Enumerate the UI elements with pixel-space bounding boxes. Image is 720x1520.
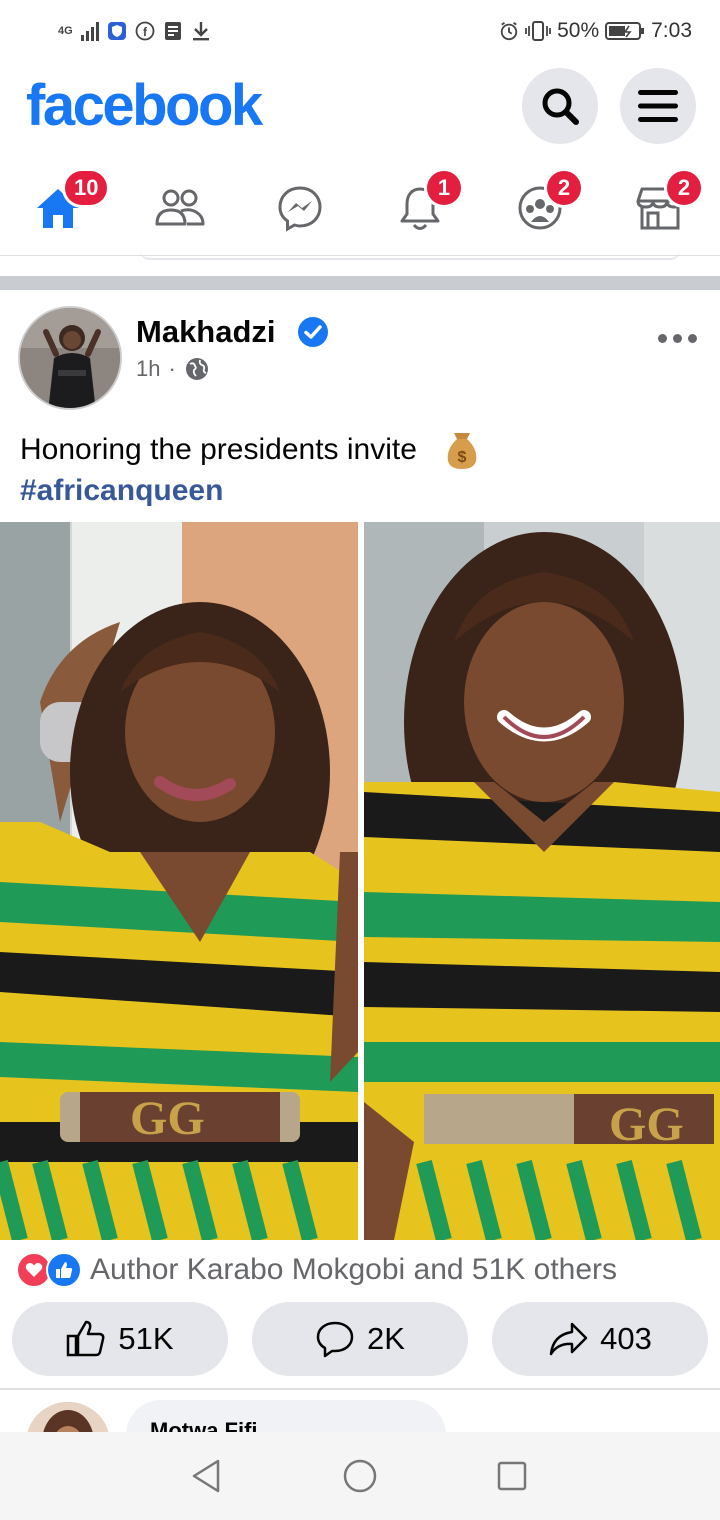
notifications-badge: 1 — [424, 168, 464, 208]
facebook-notif-icon: f — [135, 21, 155, 41]
vpn-shield-icon — [107, 21, 127, 41]
next-comment-preview: Motwa Fifi — [0, 1392, 720, 1436]
like-button[interactable]: 51K — [12, 1302, 228, 1376]
system-navigation-bar — [0, 1432, 720, 1520]
reactions-row[interactable]: Author Karabo Mokgobi and 51K others — [16, 1250, 617, 1290]
svg-text:GG: GG — [130, 1092, 205, 1145]
post-meta: 1h · — [136, 356, 210, 382]
alarm-icon — [499, 21, 519, 41]
back-button[interactable] — [186, 1456, 226, 1496]
reactions-summary[interactable]: Author Karabo Mokgobi and 51K others — [90, 1253, 617, 1287]
menu-button[interactable] — [620, 68, 696, 144]
app-header: facebook — [0, 62, 720, 152]
svg-text:f: f — [143, 25, 148, 39]
globe-icon — [185, 358, 208, 380]
facebook-logo[interactable]: facebook — [26, 72, 263, 139]
marketplace-badge: 2 — [664, 168, 704, 208]
signal-icon — [80, 21, 99, 41]
battery-icon — [605, 20, 645, 42]
network-type: 4G — [58, 25, 73, 37]
friends-icon — [155, 189, 205, 226]
tab-messenger[interactable] — [264, 172, 336, 244]
search-icon — [542, 88, 579, 125]
post-text: Honoring the presidents invite — [20, 433, 417, 466]
vibrate-icon — [525, 21, 551, 41]
status-bar: 4G f 50% 7:03 — [0, 0, 720, 62]
main-nav: 10 1 2 2 — [0, 160, 720, 256]
post-header: Makhadzi 1h · — [0, 290, 720, 420]
recents-button[interactable] — [492, 1456, 532, 1496]
recents-square-icon — [497, 1461, 527, 1491]
menu-icon — [638, 90, 678, 122]
status-right: 50% 7:03 — [499, 18, 692, 44]
home-system-button[interactable] — [340, 1456, 380, 1496]
comment-icon — [316, 1321, 354, 1358]
home-badge: 10 — [62, 168, 111, 208]
svg-text:$: $ — [458, 449, 467, 466]
post-divider — [0, 1388, 720, 1390]
download-icon — [191, 21, 211, 41]
meta-separator: · — [168, 356, 176, 381]
messenger-icon — [278, 186, 322, 232]
post-options-button[interactable] — [658, 334, 697, 343]
home-circle-icon — [343, 1459, 377, 1493]
post-hashtag[interactable]: #africanqueen — [20, 471, 479, 511]
status-left: 4G f — [58, 18, 211, 44]
more-dot-icon — [658, 334, 667, 343]
share-icon — [549, 1322, 588, 1356]
like-reaction-icon — [46, 1252, 82, 1288]
post-photo-1[interactable]: GG — [0, 522, 358, 1240]
thumbs-up-icon — [67, 1320, 105, 1357]
post-photo-2[interactable]: GG — [364, 522, 720, 1240]
clock: 7:03 — [651, 19, 692, 42]
tab-friends[interactable] — [144, 172, 216, 244]
svg-text:GG: GG — [609, 1098, 684, 1151]
groups-badge: 2 — [544, 168, 584, 208]
more-dot-icon — [688, 334, 697, 343]
search-button[interactable] — [522, 68, 598, 144]
post-body: Honoring the presidents invite $ #africa… — [20, 430, 479, 511]
previous-content-edge — [140, 250, 680, 260]
more-dot-icon — [673, 334, 682, 343]
network-indicator: 4G — [58, 25, 73, 37]
like-count: 51K — [118, 1321, 174, 1356]
back-triangle-icon — [192, 1459, 220, 1493]
battery-percent: 50% — [557, 19, 600, 42]
news-icon — [163, 21, 183, 41]
share-button[interactable]: 403 — [492, 1302, 708, 1376]
feed-separator — [0, 276, 720, 290]
comment-count: 2K — [367, 1321, 405, 1356]
post-actions: 51K 2K 403 — [0, 1302, 720, 1376]
comment-button[interactable]: 2K — [252, 1302, 468, 1376]
verified-badge-icon — [298, 317, 328, 347]
share-count: 403 — [600, 1321, 652, 1356]
author-avatar[interactable] — [18, 306, 122, 410]
post-time[interactable]: 1h — [136, 356, 160, 382]
author-name[interactable]: Makhadzi — [136, 314, 276, 350]
commenter-avatar[interactable] — [26, 1402, 110, 1436]
money-bag-icon: $ — [447, 433, 477, 470]
